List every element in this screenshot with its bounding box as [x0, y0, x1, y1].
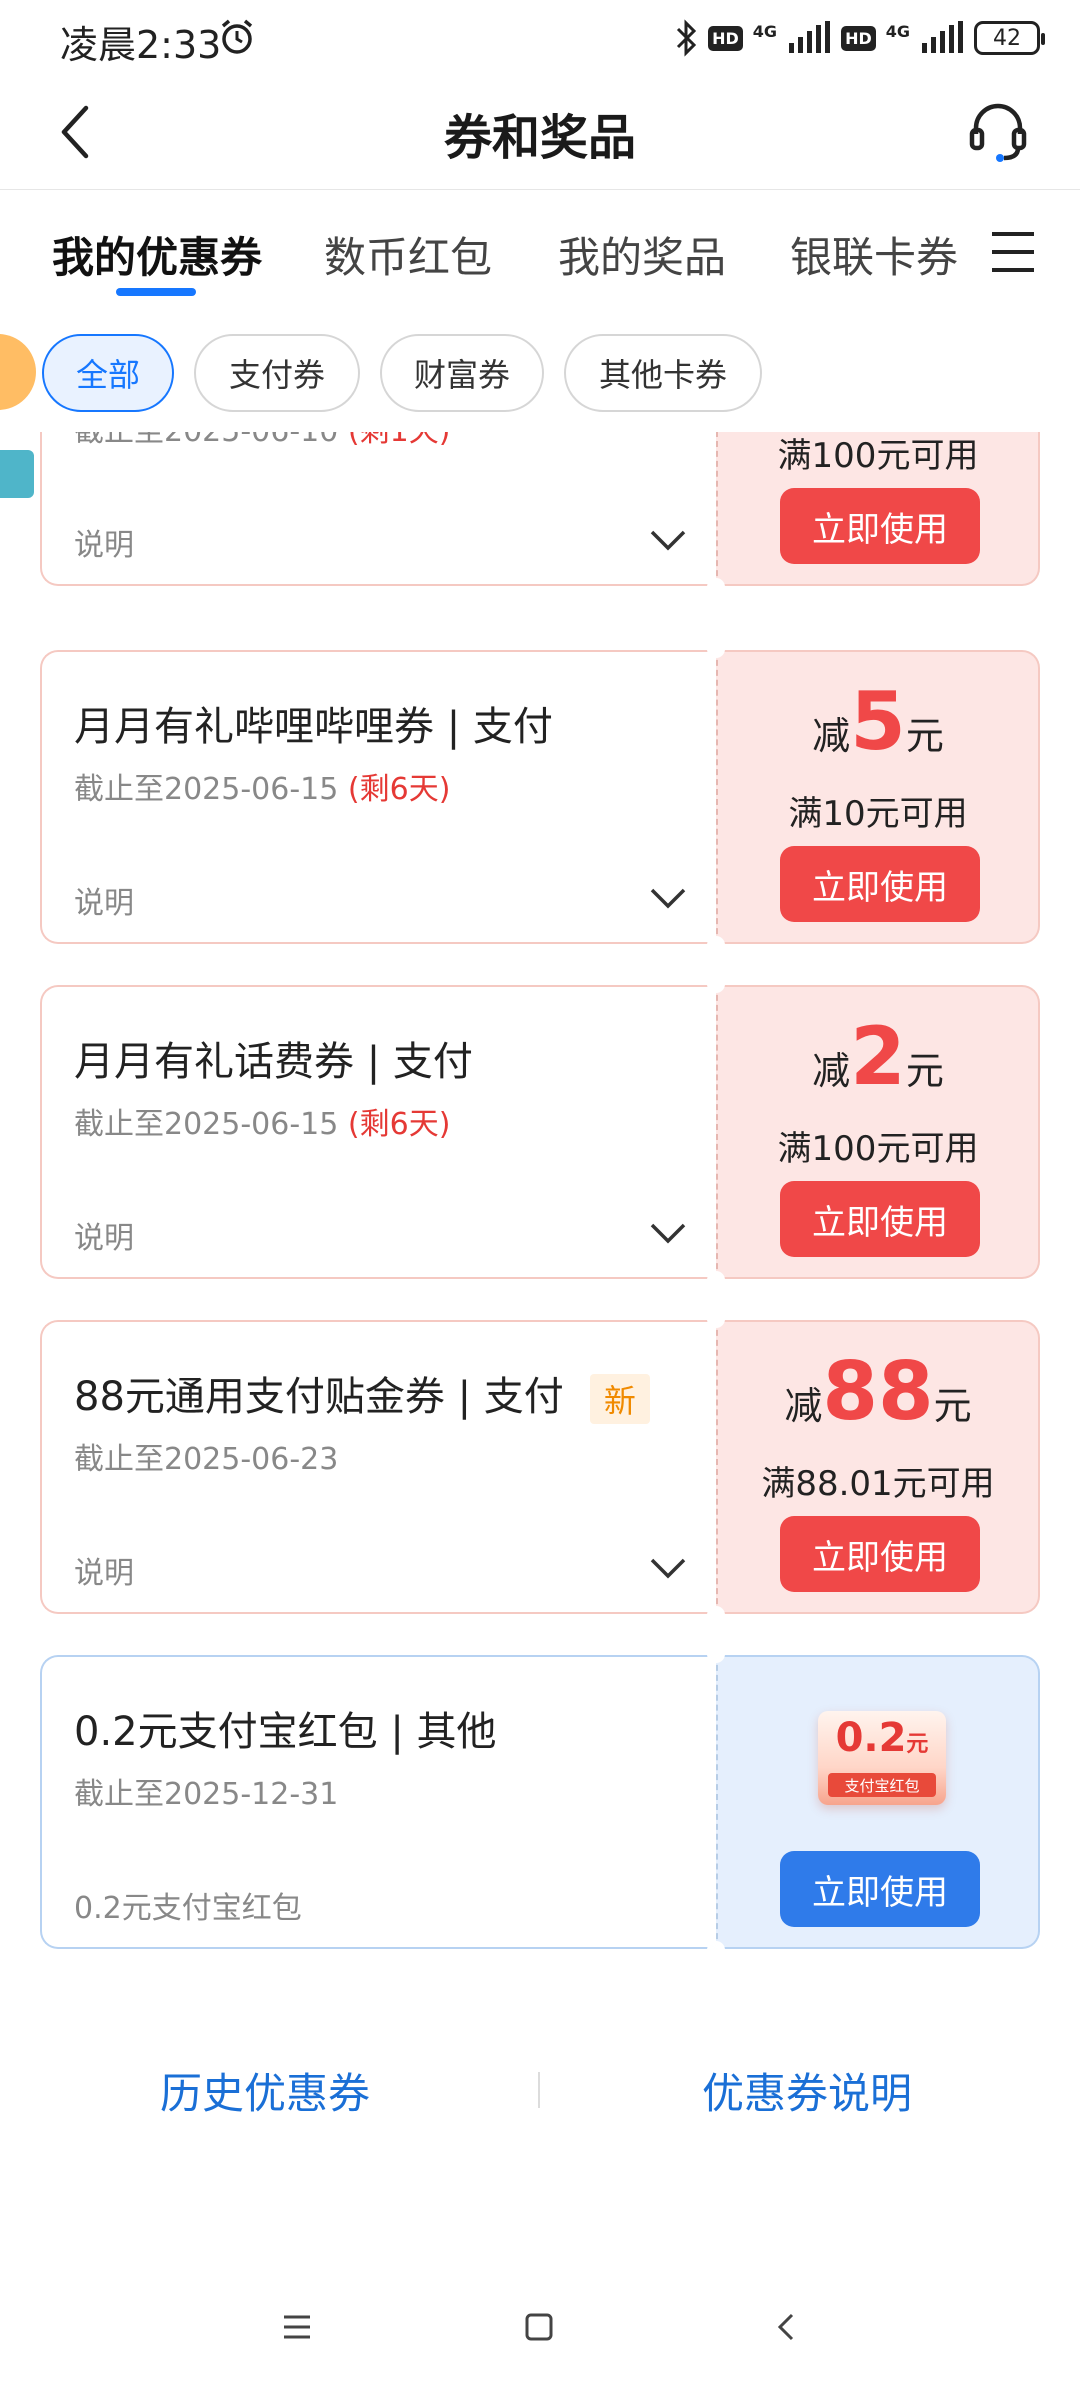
red-packet-icon: 0.2元 支付宝红包	[818, 1711, 946, 1805]
coupon-explain-link[interactable]: 优惠券说明	[702, 2060, 912, 2121]
coupon-amount: 减88元	[784, 1345, 972, 1438]
alarm-icon	[221, 19, 253, 54]
coupon-explain-label: 0.2元支付宝红包	[74, 1891, 302, 1926]
new-badge: 新	[589, 1374, 650, 1424]
coupon-explain-label: 说明	[74, 1556, 134, 1591]
coupon-value-panel: 减5元 满10元可用 立即使用	[716, 650, 1040, 944]
coupon-card: 88元通用支付贴金券 | 支付新 截止至2025-06-23 说明 减88元 满…	[40, 1310, 1040, 1624]
status-bar: 凌晨2:33 HD 4G HD 4G 42	[0, 0, 1080, 76]
coupon-info: 月月有礼哔哩哔哩券 | 支付 截止至2025-06-15 (剩6天) 说明	[40, 650, 716, 944]
coupon-explain-label: 说明	[74, 886, 134, 921]
bluetooth-icon	[677, 19, 697, 57]
menu-icon[interactable]	[990, 230, 1036, 274]
tab-indicator	[116, 288, 196, 296]
float-badge-icon	[0, 334, 36, 410]
coupon-expire: 截止至2025-06-15 (剩6天)	[74, 772, 451, 807]
hd-badge: HD	[708, 25, 743, 51]
coupon-card: 月月有礼话费券 | 支付 截止至2025-06-15 (剩6天) 说明 减2元 …	[40, 975, 1040, 1289]
coupon-info: 0.2元支付宝红包 | 其他 截止至2025-12-31 0.2元支付宝红包	[40, 1655, 716, 1949]
coupon-expire: 截止至2025-06-23	[74, 1442, 339, 1477]
coupon-explain-label: 说明	[74, 528, 134, 563]
signal-icon	[789, 21, 831, 53]
coupon-threshold: 满10元可用	[788, 794, 968, 834]
coupon-card: 0.2元支付宝红包 | 其他 截止至2025-12-31 0.2元支付宝红包 0…	[40, 1645, 1040, 1959]
chevron-down-icon[interactable]	[648, 1556, 688, 1580]
coupon-info: 截止至2025-06-10 (剩1天) 说明	[40, 432, 716, 586]
filter-all[interactable]: 全部	[42, 334, 174, 412]
nav-bar: 券和奖品	[0, 76, 1080, 190]
coupon-expire: 截止至2025-12-31	[74, 1777, 339, 1812]
coupon-expire: 截止至2025-06-15 (剩6天)	[74, 1107, 451, 1142]
network-label: 4G	[752, 21, 778, 41]
system-nav-bar	[0, 2290, 1080, 2370]
coupon-threshold: 满100元可用	[777, 1129, 979, 1169]
history-coupons-link[interactable]: 历史优惠券	[160, 2060, 370, 2121]
tab-unionpay-coupons[interactable]: 银联卡券	[790, 224, 958, 285]
signal-icon-2	[922, 21, 963, 53]
headset-icon[interactable]	[968, 100, 1028, 164]
network-label-2: 4G	[885, 21, 910, 41]
use-now-button[interactable]: 立即使用	[780, 1516, 980, 1592]
menu-lines-icon[interactable]	[282, 2312, 312, 2342]
use-now-button[interactable]: 立即使用	[780, 488, 980, 564]
coupon-amount: 减2元	[812, 1010, 944, 1103]
chevron-down-icon[interactable]	[648, 528, 688, 552]
coupon-title: 月月有礼话费券 | 支付	[74, 1039, 473, 1085]
red-packet-amount: 0.2元	[835, 1715, 929, 1761]
coupon-title: 月月有礼哔哩哔哩券 | 支付	[74, 704, 553, 750]
coupon-info: 88元通用支付贴金券 | 支付新 截止至2025-06-23 说明	[40, 1320, 716, 1614]
status-time: 凌晨2:33	[60, 23, 222, 67]
coupon-title: 0.2元支付宝红包 | 其他	[74, 1709, 497, 1755]
tab-my-coupons[interactable]: 我的优惠券	[52, 224, 262, 285]
divider	[538, 2072, 540, 2108]
back-triangle-icon[interactable]	[772, 2312, 802, 2342]
footer-links: 历史优惠券 优惠券说明	[0, 2050, 1080, 2130]
use-now-button[interactable]: 立即使用	[780, 846, 980, 922]
home-square-icon[interactable]	[524, 2312, 554, 2342]
coupon-title: 88元通用支付贴金券 | 支付新	[74, 1364, 650, 1424]
status-icons: HD 4G HD 4G 42	[674, 16, 1045, 60]
coupon-expire: 截止至2025-06-10 (剩1天)	[74, 432, 450, 450]
hd-badge-2: HD	[841, 25, 876, 51]
filter-other[interactable]: 其他卡券	[564, 334, 762, 412]
coupon-card: 月月有礼哔哩哔哩券 | 支付 截止至2025-06-15 (剩6天) 说明 减5…	[40, 640, 1040, 954]
coupon-threshold: 满100元可用	[777, 436, 979, 476]
use-now-button[interactable]: 立即使用	[780, 1851, 980, 1927]
use-now-button[interactable]: 立即使用	[780, 1181, 980, 1257]
coupon-explain-label: 说明	[74, 1221, 134, 1256]
filter-bar: 全部 支付券 财富券 其他卡券	[0, 330, 1080, 420]
coupon-card: 截止至2025-06-10 (剩1天) 说明 满100元可用 立即使用	[40, 432, 1040, 596]
battery-icon: 42	[974, 21, 1045, 55]
coupon-value-panel: 0.2元 支付宝红包 立即使用	[716, 1655, 1040, 1949]
coupon-value-panel: 满100元可用 立即使用	[716, 432, 1040, 586]
tab-my-prizes[interactable]: 我的奖品	[558, 224, 726, 285]
tab-digital-red-packet[interactable]: 数币红包	[324, 224, 492, 285]
coupon-value-panel: 减2元 满100元可用 立即使用	[716, 985, 1040, 1279]
coupon-list: 截止至2025-06-10 (剩1天) 说明 满100元可用 立即使用 月月有礼…	[0, 432, 1080, 1972]
page-title: 券和奖品	[443, 110, 636, 166]
coupon-threshold: 满88.01元可用	[761, 1464, 995, 1504]
filter-wealth[interactable]: 财富券	[380, 334, 544, 412]
coupon-info: 月月有礼话费券 | 支付 截止至2025-06-15 (剩6天) 说明	[40, 985, 716, 1279]
coupon-amount: 减5元	[812, 675, 944, 768]
red-packet-label: 支付宝红包	[828, 1773, 936, 1797]
tab-bar: 我的优惠券 数币红包 我的奖品 银联卡券	[0, 190, 1080, 300]
coupon-value-panel: 减88元 满88.01元可用 立即使用	[716, 1320, 1040, 1614]
chevron-down-icon[interactable]	[648, 1221, 688, 1245]
filter-payment[interactable]: 支付券	[194, 334, 360, 412]
chevron-down-icon[interactable]	[648, 886, 688, 910]
